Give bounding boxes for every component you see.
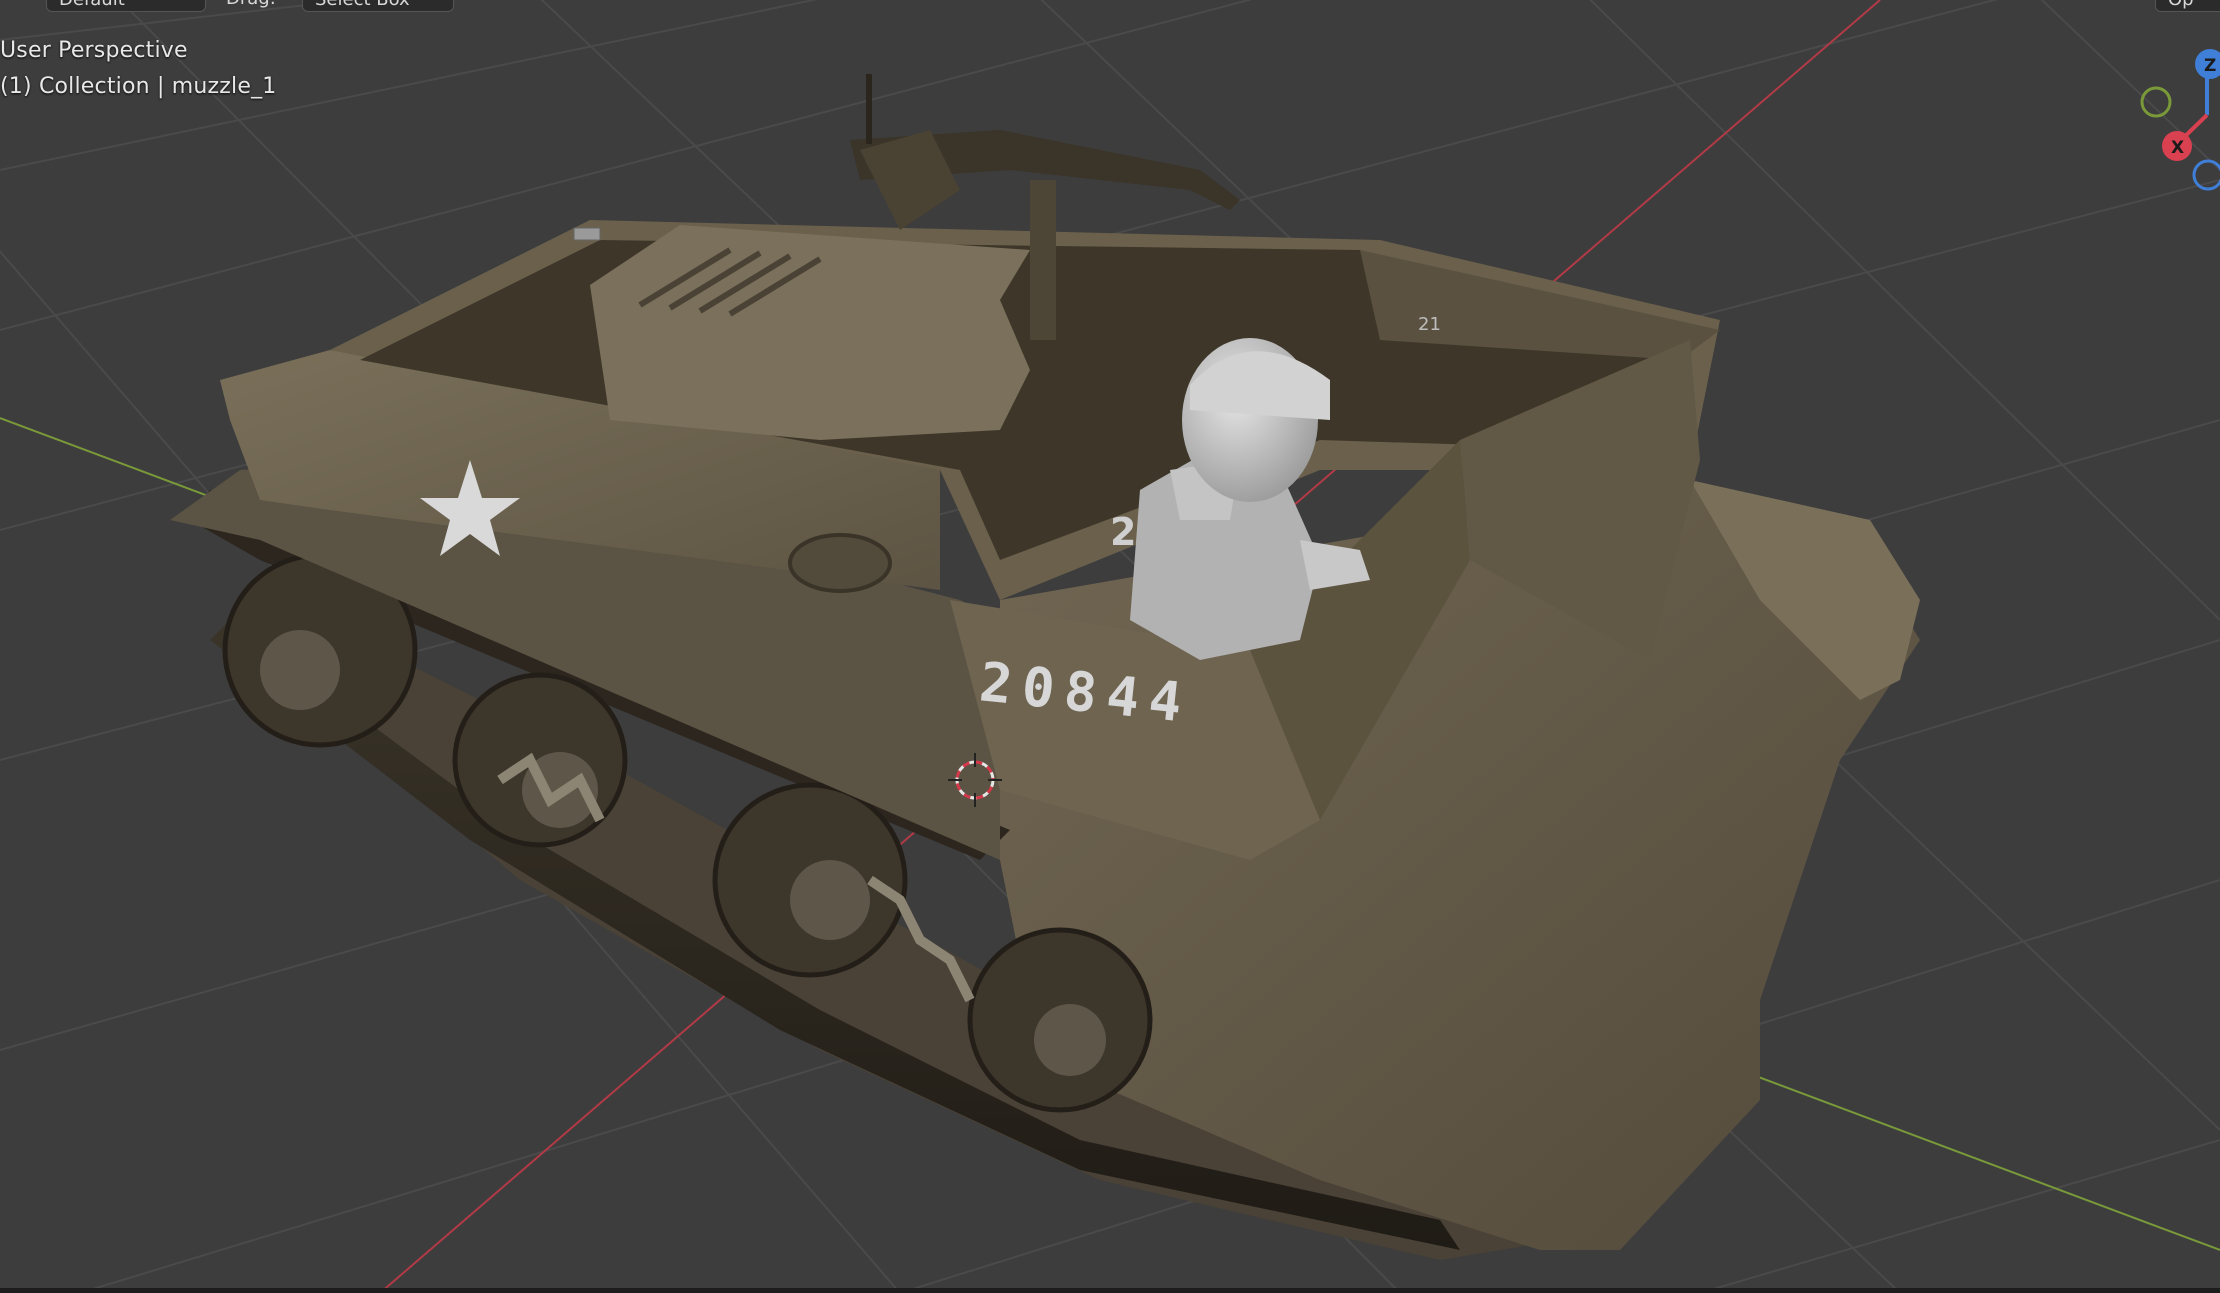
light-object-marker[interactable] xyxy=(573,227,601,241)
viewport-scene[interactable]: 20844 2 21 Z X xyxy=(0,0,2220,1293)
drag-select-dropdown[interactable]: Select Box xyxy=(302,0,454,12)
collection-object-label: (1) Collection | muzzle_1 xyxy=(0,74,277,99)
header-right-button-label: Op xyxy=(2168,0,2194,10)
model-marking-text: 21 xyxy=(1418,314,1441,335)
3d-viewport[interactable]: 20844 2 21 Z X Default Drag: xyxy=(0,0,2220,1293)
gizmo-x-label: X xyxy=(2171,138,2184,158)
view-name-label: User Perspective xyxy=(0,38,188,63)
drag-select-value: Select Box xyxy=(315,0,410,10)
viewport-bottom-edge xyxy=(0,1288,2220,1293)
drag-label: Drag: xyxy=(226,0,296,12)
mode-dropdown[interactable]: Default xyxy=(46,0,206,12)
side-marking-text: 2 xyxy=(1110,510,1136,554)
oval-emblem xyxy=(788,533,892,593)
mode-dropdown-label: Default xyxy=(59,0,125,10)
vehicle-engine-cover xyxy=(590,225,1030,440)
drag-label-text: Drag: xyxy=(226,0,276,9)
gizmo-y-negative-icon[interactable] xyxy=(2140,86,2172,118)
header-right-button[interactable]: Op xyxy=(2155,0,2220,12)
navigation-gizmo[interactable]: Z X xyxy=(2140,49,2220,191)
gizmo-z-label: Z xyxy=(2204,56,2216,76)
gizmo-z-negative-icon[interactable] xyxy=(2192,159,2220,191)
